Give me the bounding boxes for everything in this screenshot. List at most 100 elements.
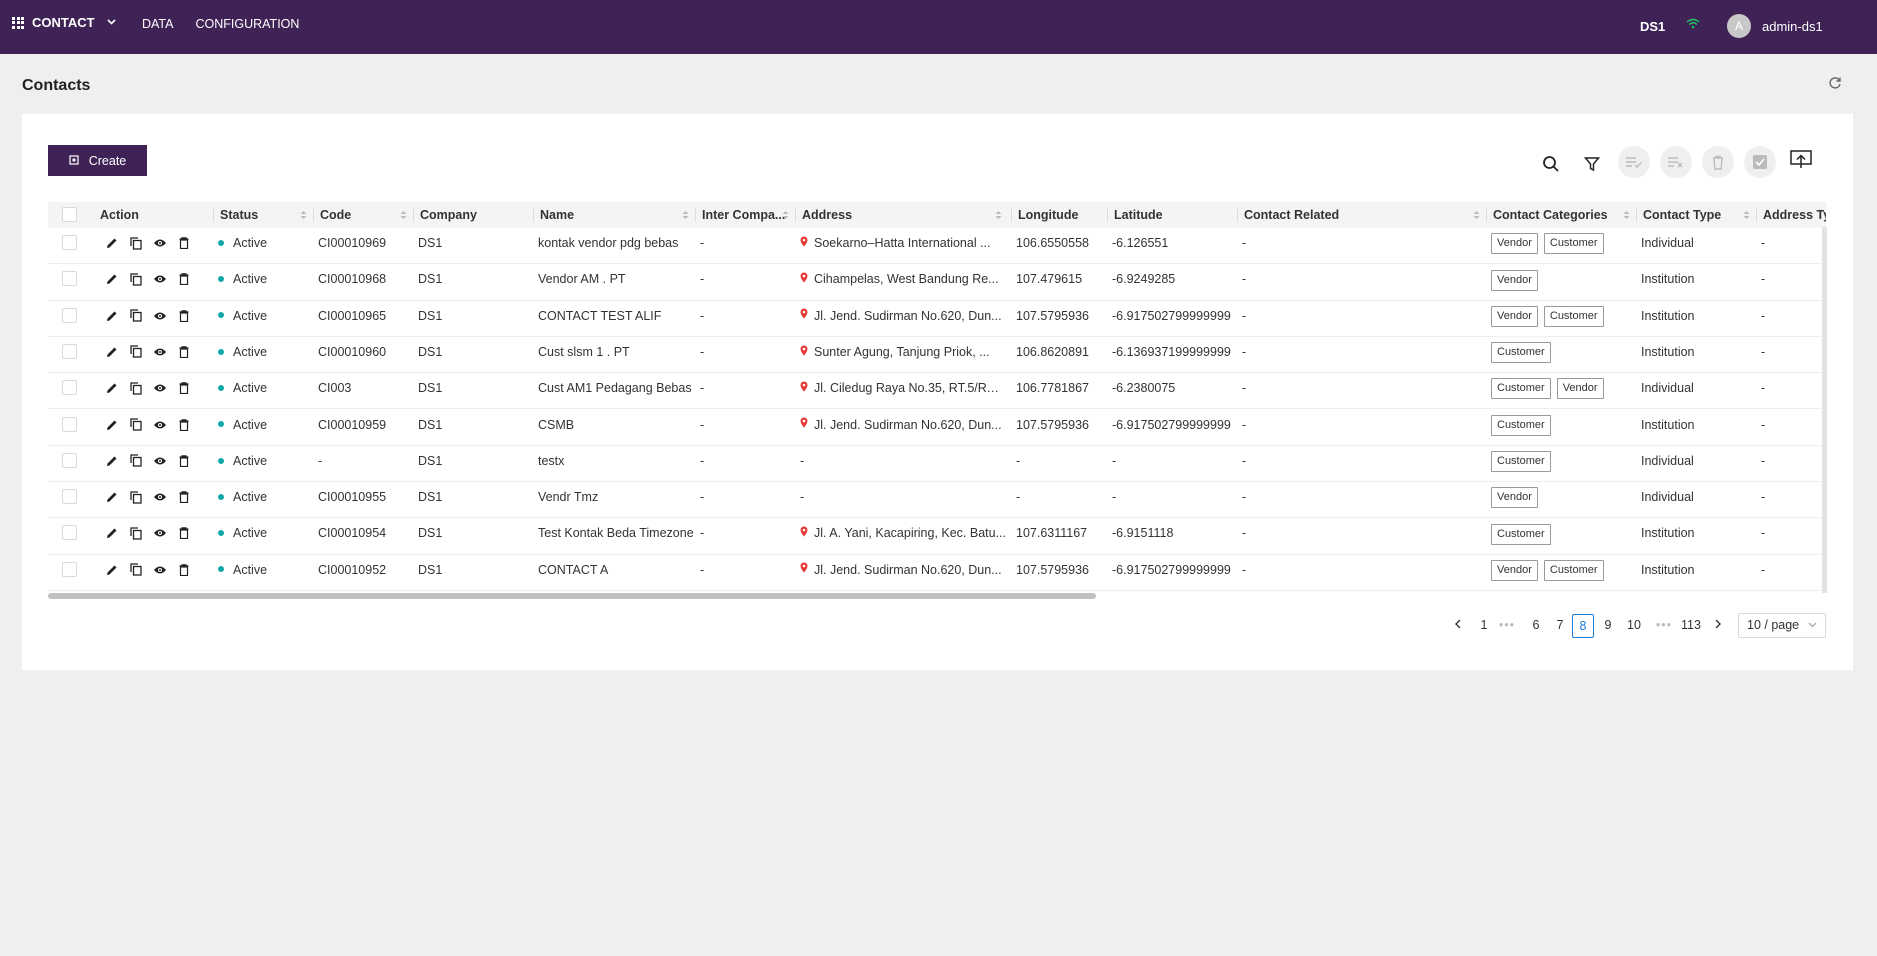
edit-icon[interactable] — [104, 562, 120, 578]
pagination-ellipsis[interactable]: ••• — [1496, 614, 1518, 638]
username[interactable]: admin-ds1 — [1762, 19, 1823, 34]
page-button-7[interactable]: 7 — [1549, 614, 1571, 638]
row-checkbox[interactable] — [62, 489, 77, 505]
bulk-reject-icon[interactable] — [1660, 146, 1692, 178]
search-icon[interactable] — [1535, 148, 1567, 180]
copy-icon[interactable] — [128, 562, 144, 578]
row-checkbox[interactable] — [62, 561, 77, 577]
view-icon[interactable] — [152, 271, 168, 287]
cell-address[interactable]: Jl. A. Yani, Kacapiring, Kec. Batu... — [800, 518, 1008, 554]
view-icon[interactable] — [152, 562, 168, 578]
col-name[interactable]: Name — [536, 202, 695, 228]
view-icon[interactable] — [152, 417, 168, 433]
copy-icon[interactable] — [128, 525, 144, 541]
edit-icon[interactable] — [104, 308, 120, 324]
page-button-1[interactable]: 1 — [1473, 614, 1495, 638]
delete-icon[interactable] — [176, 235, 192, 251]
table-row[interactable]: Active CI00010965 DS1 CONTACT TEST ALIF - Jl.… — [48, 301, 1826, 337]
app-switcher[interactable]: CONTACT — [12, 15, 116, 30]
delete-icon[interactable] — [176, 453, 192, 469]
export-icon[interactable] — [1785, 144, 1817, 176]
cell-address[interactable]: - — [800, 482, 1008, 518]
table-row[interactable]: Active - DS1 testx - - - - - Customer Individual - — [48, 446, 1826, 483]
cell-address[interactable]: Jl. Jend. Sudirman No.620, Dun... — [800, 555, 1008, 591]
vertical-scrollbar[interactable] — [1822, 227, 1827, 593]
view-icon[interactable] — [152, 489, 168, 505]
avatar[interactable]: A — [1727, 14, 1751, 38]
copy-icon[interactable] — [128, 489, 144, 505]
row-checkbox[interactable] — [62, 235, 77, 250]
horizontal-scrollbar-thumb[interactable] — [48, 593, 1096, 599]
copy-icon[interactable] — [128, 235, 144, 251]
view-icon[interactable] — [152, 344, 168, 360]
edit-icon[interactable] — [104, 344, 120, 360]
cell-address[interactable]: Jl. Ciledug Raya No.35, RT.5/RW... — [800, 373, 1008, 409]
row-checkbox[interactable] — [62, 452, 77, 468]
delete-icon[interactable] — [176, 271, 192, 287]
table-row[interactable]: Active CI00010952 DS1 CONTACT A - Jl. Jend. S… — [48, 555, 1826, 591]
copy-icon[interactable] — [128, 308, 144, 324]
nav-data[interactable]: DATA — [142, 17, 173, 31]
next-page-button[interactable] — [1707, 614, 1729, 638]
copy-icon[interactable] — [128, 417, 144, 433]
page-button-9[interactable]: 9 — [1597, 614, 1619, 638]
table-row[interactable]: Active CI00010969 DS1 kontak vendor pdg beb… — [48, 228, 1826, 265]
bulk-approve-icon[interactable] — [1618, 146, 1650, 178]
cell-address[interactable]: Soekarno–Hatta International ... — [800, 228, 1008, 264]
cell-address[interactable]: Jl. Jend. Sudirman No.620, Dun... — [800, 301, 1008, 337]
page-button-8[interactable]: 8 — [1572, 614, 1594, 638]
row-checkbox[interactable] — [62, 416, 77, 432]
col-status[interactable]: Status — [216, 202, 313, 228]
filter-icon[interactable] — [1576, 148, 1608, 180]
page-button-10[interactable]: 10 — [1622, 614, 1646, 638]
view-icon[interactable] — [152, 525, 168, 541]
copy-icon[interactable] — [128, 453, 144, 469]
page-size-select[interactable]: 10 / page — [1738, 613, 1826, 638]
table-row[interactable]: Active CI00010959 DS1 CSMB - Jl. Jend. Sudirm… — [48, 410, 1826, 446]
delete-icon[interactable] — [176, 344, 192, 360]
row-checkbox[interactable] — [62, 343, 77, 359]
table-row[interactable]: Active CI00010954 DS1 Test Kontak Beda Time… — [48, 518, 1826, 555]
row-checkbox[interactable] — [62, 380, 77, 396]
col-contact-type[interactable]: Contact Type — [1639, 202, 1756, 228]
col-contact-categories[interactable]: Contact Categories — [1489, 202, 1636, 228]
col-address[interactable]: Address — [798, 202, 1008, 228]
row-checkbox[interactable] — [62, 525, 77, 541]
table-row[interactable]: Active CI003 DS1 Cust AM1 Pedagang Bebas - Jl… — [48, 373, 1826, 410]
row-checkbox[interactable] — [62, 271, 77, 287]
delete-icon[interactable] — [176, 489, 192, 505]
delete-icon[interactable] — [176, 380, 192, 396]
delete-icon[interactable] — [176, 525, 192, 541]
cell-address[interactable]: Jl. Jend. Sudirman No.620, Dun... — [800, 410, 1008, 446]
table-row[interactable]: Active CI00010955 DS1 Vendr Tmz - - - - - Vendor I… — [48, 482, 1826, 519]
horizontal-scrollbar[interactable] — [48, 592, 1826, 600]
page-button-6[interactable]: 6 — [1525, 614, 1547, 638]
cell-address[interactable]: - — [800, 446, 1008, 482]
pagination-ellipsis[interactable]: ••• — [1653, 614, 1675, 638]
refresh-icon[interactable] — [1828, 76, 1844, 92]
view-icon[interactable] — [152, 380, 168, 396]
nav-configuration[interactable]: CONFIGURATION — [195, 17, 299, 31]
col-inter-company[interactable]: Inter Compa... — [698, 202, 795, 228]
col-contact-related[interactable]: Contact Related — [1240, 202, 1486, 228]
edit-icon[interactable] — [104, 489, 120, 505]
delete-icon[interactable] — [176, 417, 192, 433]
edit-icon[interactable] — [104, 453, 120, 469]
table-row[interactable]: Active CI00010960 DS1 Cust slsm 1 . PT - Sunt… — [48, 337, 1826, 374]
delete-icon[interactable] — [176, 308, 192, 324]
view-icon[interactable] — [152, 308, 168, 324]
copy-icon[interactable] — [128, 380, 144, 396]
create-button[interactable]: Create — [48, 145, 147, 176]
col-code[interactable]: Code — [316, 202, 413, 228]
edit-icon[interactable] — [104, 271, 120, 287]
cell-address[interactable]: Sunter Agung, Tanjung Priok, ... — [800, 337, 1008, 373]
page-button-113[interactable]: 113 — [1677, 614, 1705, 638]
edit-icon[interactable] — [104, 235, 120, 251]
edit-icon[interactable] — [104, 380, 120, 396]
edit-icon[interactable] — [104, 417, 120, 433]
table-row[interactable]: Active CI00010968 DS1 Vendor AM . PT - Cihamp… — [48, 264, 1826, 301]
select-all-checkbox[interactable] — [62, 207, 77, 222]
copy-icon[interactable] — [128, 271, 144, 287]
bulk-delete-icon[interactable] — [1702, 146, 1734, 178]
bulk-check-icon[interactable] — [1744, 146, 1776, 178]
